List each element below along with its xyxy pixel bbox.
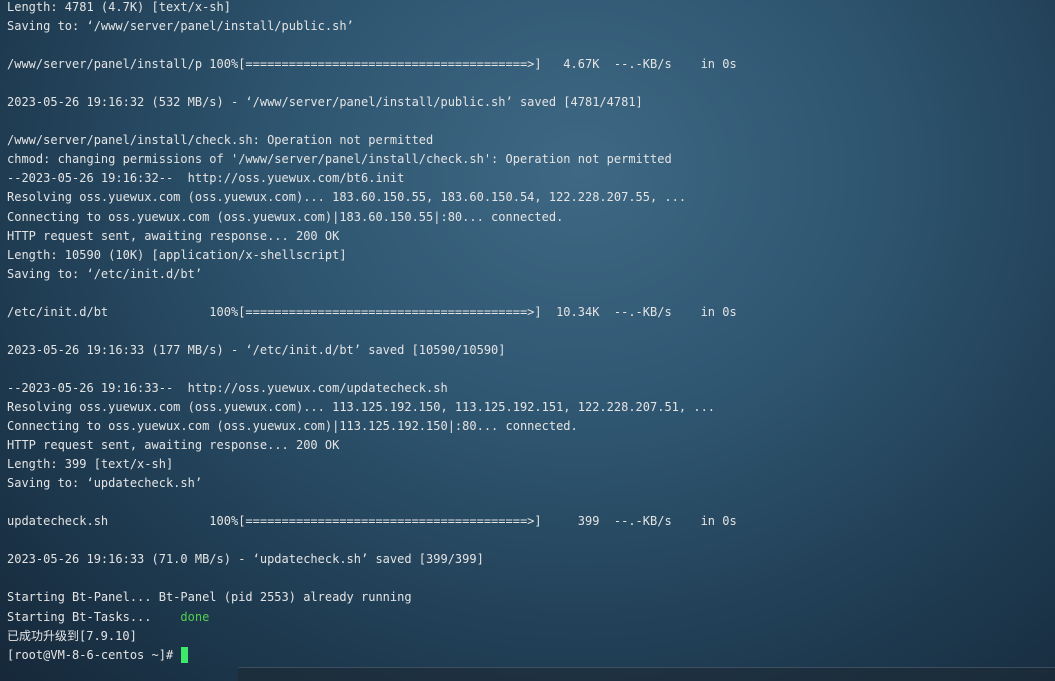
- tasks-status: done: [180, 609, 210, 624]
- terminal-line: --2023-05-26 19:16:32-- http://oss.yuewu…: [7, 171, 405, 186]
- terminal-line: --2023-05-26 19:16:33-- http://oss.yuewu…: [7, 380, 448, 395]
- terminal-line: Connecting to oss.yuewux.com (oss.yuewux…: [7, 419, 578, 434]
- terminal-line: /etc/init.d/bt 100%[====================…: [7, 304, 737, 319]
- terminal-line: Length: 4781 (4.7K) [text/x-sh]: [7, 0, 231, 14]
- terminal-line: Starting Bt-Panel... Bt-Panel (pid 2553)…: [7, 590, 412, 605]
- terminal-line: Connecting to oss.yuewux.com (oss.yuewux…: [7, 209, 564, 224]
- terminal-line: Resolving oss.yuewux.com (oss.yuewux.com…: [7, 399, 716, 414]
- terminal-line: HTTP request sent, awaiting response... …: [7, 438, 340, 453]
- terminal-line: updatecheck.sh 100%[====================…: [7, 514, 737, 529]
- terminal-line: Resolving oss.yuewux.com (oss.yuewux.com…: [7, 190, 687, 205]
- terminal-line-tasks: Starting Bt-Tasks... done: [7, 608, 737, 627]
- terminal-line: HTTP request sent, awaiting response... …: [7, 228, 340, 243]
- terminal-window[interactable]: Length: 4781 (4.7K) [text/x-sh] Saving to…: [0, 0, 1055, 681]
- terminal-line-upgrade: 已成功升级到[7.9.10]: [7, 628, 137, 643]
- tasks-label: Starting Bt-Tasks...: [7, 609, 181, 624]
- terminal-line: Saving to: ‘updatecheck.sh’: [7, 476, 203, 491]
- command-input-bar[interactable]: [238, 667, 1055, 681]
- terminal-line: 2023-05-26 19:16:33 (71.0 MB/s) - ‘updat…: [7, 552, 484, 567]
- terminal-line: Saving to: ‘/www/server/panel/install/pu…: [7, 19, 354, 34]
- terminal-line: Length: 399 [text/x-sh]: [7, 457, 174, 472]
- terminal-line: 2023-05-26 19:16:33 (177 MB/s) - ‘/etc/i…: [7, 342, 506, 357]
- shell-prompt: [root@VM-8-6-centos ~]#: [7, 647, 174, 662]
- terminal-line: Length: 10590 (10K) [application/x-shell…: [7, 247, 347, 262]
- terminal-output: Length: 4781 (4.7K) [text/x-sh] Saving to…: [7, 0, 737, 665]
- terminal-line: Saving to: ‘/etc/init.d/bt’: [7, 266, 203, 281]
- cursor[interactable]: [181, 647, 189, 664]
- terminal-line: /www/server/panel/install/p 100%[=======…: [7, 57, 737, 72]
- prompt-line[interactable]: [root@VM-8-6-centos ~]#: [7, 646, 737, 665]
- terminal-line: chmod: changing permissions of '/www/ser…: [7, 152, 672, 167]
- terminal-line: 2023-05-26 19:16:32 (532 MB/s) - ‘/www/s…: [7, 95, 643, 110]
- terminal-line: /www/server/panel/install/check.sh: Oper…: [7, 133, 434, 148]
